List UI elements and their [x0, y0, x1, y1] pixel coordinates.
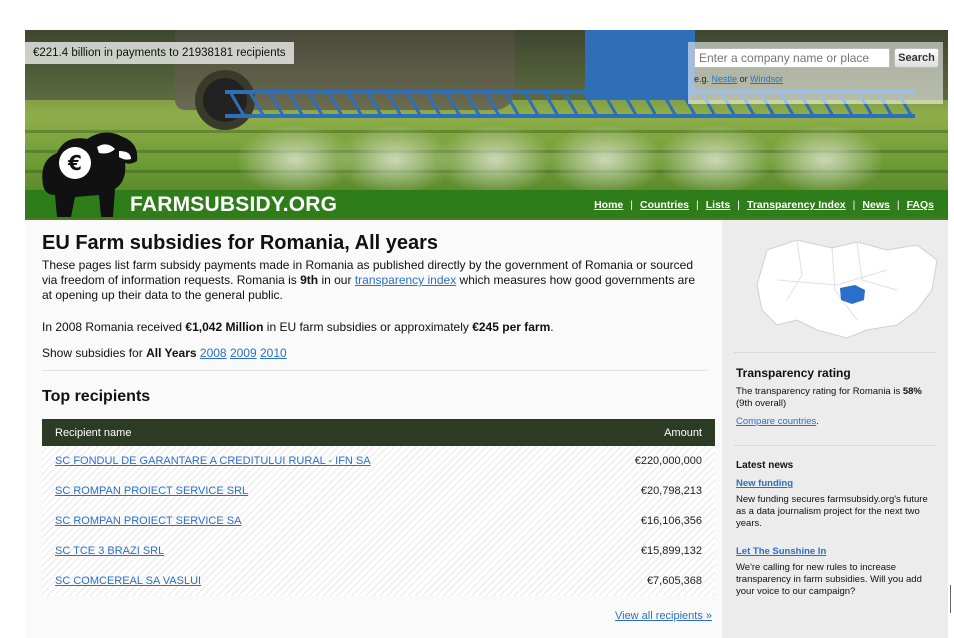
scrollbar-edge: [950, 585, 951, 613]
recipient-amount: €15,899,132: [640, 545, 702, 557]
cow-logo-icon[interactable]: €: [35, 125, 145, 220]
recipient-amount: €16,106,356: [640, 515, 702, 527]
news-link-new-funding[interactable]: New funding: [736, 478, 793, 489]
table-row: SC TCE 3 BRAZI SRL €15,899,132: [42, 536, 715, 566]
recipient-link[interactable]: SC COMCEREAL SA VASLUI: [55, 575, 201, 587]
table-row: SC FONDUL DE GARANTARE A CREDITULUI RURA…: [42, 446, 715, 476]
transparency-text: The transparency rating for Romania is 5…: [736, 386, 922, 409]
year-filter: Show subsidies for All Years 2008 2009 2…: [42, 346, 287, 360]
total-payments-stat: €221.4 billion in payments to 21938181 r…: [25, 42, 294, 64]
year-link-2008[interactable]: 2008: [200, 346, 227, 360]
intro-paragraph: These pages list farm subsidy payments m…: [42, 258, 695, 302]
example-link-nestle[interactable]: Nestle: [712, 74, 738, 84]
page-title: EU Farm subsidies for Romania, All years: [42, 232, 439, 254]
main-nav: Home | Countries | Lists | Transparency Ind…: [594, 199, 934, 211]
nav-home[interactable]: Home: [594, 199, 623, 211]
example-link-windsor[interactable]: Windsor: [750, 74, 783, 84]
column-header-name: Recipient name: [55, 426, 132, 439]
table-row: SC ROMPAN PROIECT SERVICE SA €16,106,356: [42, 506, 715, 536]
recipient-link[interactable]: SC ROMPAN PROIECT SERVICE SRL: [55, 485, 248, 497]
table-row: SC COMCEREAL SA VASLUI €7,605,368: [42, 566, 715, 596]
search-examples: e.g. Nestle or Windsor: [694, 74, 784, 84]
news-summary: We're calling for new rules to increase …: [736, 562, 922, 597]
recipient-amount: €220,000,000: [634, 455, 702, 467]
recipients-table: Recipient name Amount SC FONDUL DE GARAN…: [42, 419, 715, 596]
subsidy-summary: In 2008 Romania received €1,042 Million …: [42, 320, 554, 334]
year-current: All Years: [146, 346, 197, 360]
header-banner: €221.4 billion in payments to 21938181 r…: [25, 30, 948, 220]
transparency-heading: Transparency rating: [736, 366, 851, 380]
svg-text:€: €: [67, 151, 82, 175]
table-row: SC ROMPAN PROIECT SERVICE SRL €20,798,21…: [42, 476, 715, 506]
sidebar: Transparency rating The transparency rat…: [722, 220, 948, 638]
top-recipients-heading: Top recipients: [42, 388, 151, 405]
news-summary: New funding secures farmsubsidy.org's fu…: [736, 494, 928, 529]
news-link-sunshine[interactable]: Let The Sunshine In: [736, 546, 826, 557]
column-header-amount: Amount: [664, 426, 702, 439]
recipient-amount: €7,605,368: [646, 575, 702, 587]
europe-map-icon[interactable]: [737, 230, 942, 345]
search-button[interactable]: Search: [894, 48, 939, 68]
transparency-index-link[interactable]: transparency index: [355, 273, 456, 287]
recipient-link[interactable]: SC TCE 3 BRAZI SRL: [55, 545, 164, 557]
view-all-recipients-link[interactable]: View all recipients »: [615, 610, 712, 622]
table-header: Recipient name Amount: [42, 419, 715, 446]
recipient-amount: €20,798,213: [640, 485, 702, 497]
main-content: EU Farm subsidies for Romania, All years…: [25, 220, 722, 638]
recipient-link[interactable]: SC FONDUL DE GARANTARE A CREDITULUI RURA…: [55, 455, 371, 467]
year-link-2010[interactable]: 2010: [260, 346, 287, 360]
divider: [42, 370, 707, 371]
page: €221.4 billion in payments to 21938181 r…: [25, 30, 948, 638]
recipient-link[interactable]: SC ROMPAN PROIECT SERVICE SA: [55, 515, 241, 527]
search-box: Search e.g. Nestle or Windsor: [688, 42, 943, 104]
compare-countries-link[interactable]: Compare countries: [736, 416, 816, 427]
site-logo-text[interactable]: FARMSUBSIDY.ORG: [130, 193, 337, 217]
nav-countries[interactable]: Countries: [640, 199, 689, 211]
nav-lists[interactable]: Lists: [706, 199, 731, 211]
nav-news[interactable]: News: [862, 199, 889, 211]
nav-faqs[interactable]: FAQs: [907, 199, 934, 211]
search-input[interactable]: [694, 48, 890, 68]
latest-news-heading: Latest news: [736, 460, 794, 471]
nav-transparency-index[interactable]: Transparency Index: [747, 199, 846, 211]
year-link-2009[interactable]: 2009: [230, 346, 257, 360]
